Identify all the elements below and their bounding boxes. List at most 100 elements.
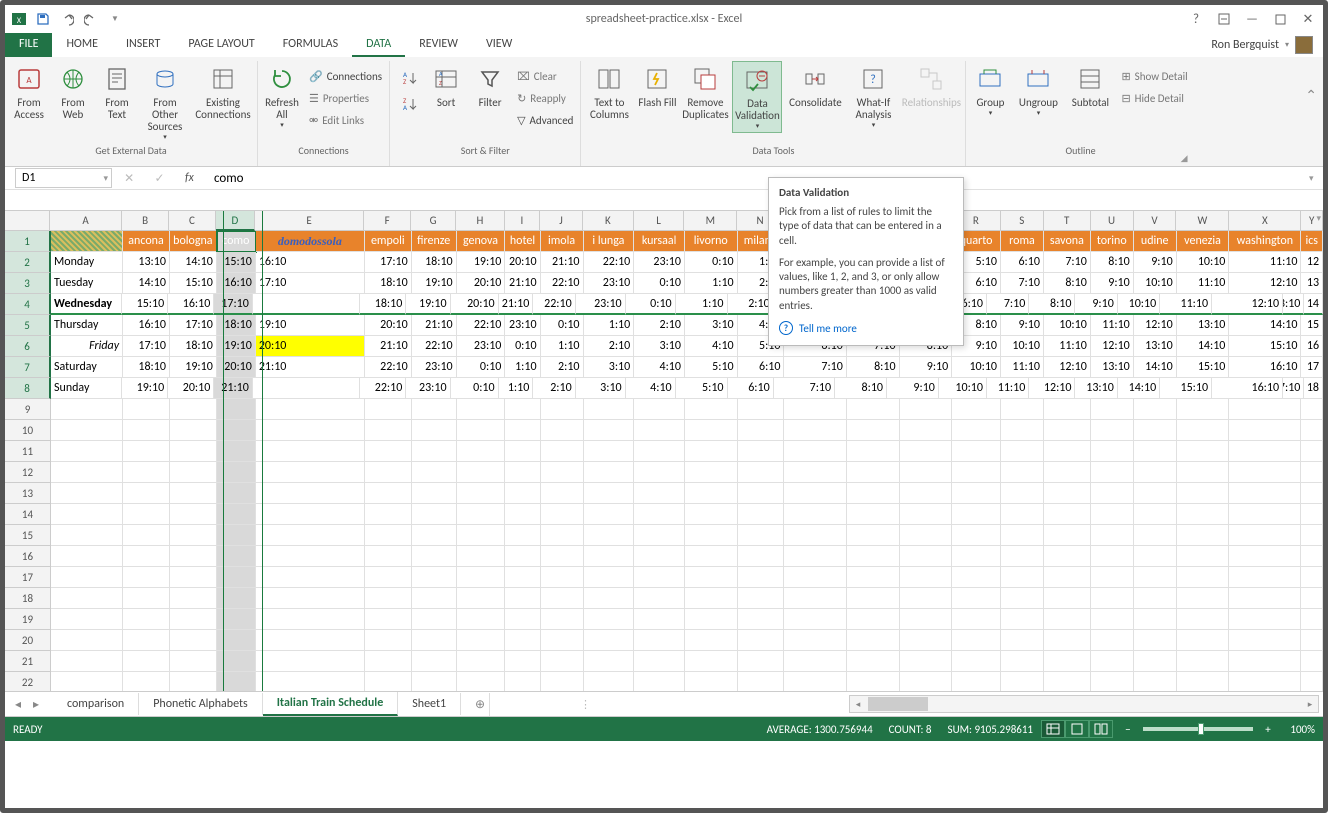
group-button[interactable]: Group▾	[969, 61, 1011, 119]
empty-cell[interactable]	[1229, 546, 1301, 567]
row-header-5[interactable]: 5	[5, 315, 51, 336]
row-header-11[interactable]: 11	[5, 441, 51, 462]
empty-cell[interactable]	[1134, 567, 1177, 588]
sort-az-button[interactable]: AZ	[393, 67, 423, 89]
empty-cell[interactable]	[584, 672, 635, 691]
data-cell[interactable]: 21:10	[214, 378, 253, 399]
empty-cell[interactable]	[256, 462, 365, 483]
empty-cell[interactable]	[1091, 651, 1134, 672]
empty-cell[interactable]	[1229, 525, 1301, 546]
data-cell[interactable]: 5:10	[685, 357, 738, 378]
data-cell[interactable]: 17:10	[123, 336, 170, 357]
empty-cell[interactable]	[738, 567, 785, 588]
empty-cell[interactable]	[1177, 672, 1230, 691]
empty-cell[interactable]	[900, 462, 953, 483]
empty-cell[interactable]	[505, 441, 540, 462]
empty-cell[interactable]	[952, 567, 1001, 588]
data-cell[interactable]: 0:10	[457, 357, 506, 378]
column-header-K[interactable]: K	[583, 211, 634, 231]
data-cell[interactable]: 14:10	[1118, 378, 1160, 399]
empty-cell[interactable]	[952, 462, 1001, 483]
empty-cell[interactable]	[738, 609, 785, 630]
empty-cell[interactable]	[170, 672, 217, 691]
column-header-H[interactable]: H	[456, 211, 505, 231]
header-cell[interactable]: kursaal	[634, 231, 685, 252]
empty-cell[interactable]	[1091, 630, 1134, 651]
empty-cell[interactable]	[685, 525, 738, 546]
empty-cell[interactable]	[1001, 630, 1044, 651]
empty-cell[interactable]	[1044, 504, 1091, 525]
data-cell[interactable]: 19:10	[122, 378, 168, 399]
empty-cell[interactable]	[784, 567, 846, 588]
empty-cell[interactable]	[1001, 483, 1044, 504]
empty-cell[interactable]	[738, 525, 785, 546]
empty-cell[interactable]	[256, 399, 365, 420]
empty-cell[interactable]	[1177, 546, 1230, 567]
empty-cell[interactable]	[505, 609, 540, 630]
new-sheet-button[interactable]: ⊕	[461, 693, 490, 716]
empty-cell[interactable]	[847, 609, 900, 630]
spreadsheet-grid[interactable]: ABCDEFGHIJKLMNOPQRSTUVWXY 1anconabologna…	[5, 211, 1323, 691]
empty-cell[interactable]	[505, 420, 540, 441]
empty-cell[interactable]	[170, 546, 217, 567]
data-cell[interactable]: 23:10	[584, 273, 635, 294]
data-cell[interactable]: 21:10	[256, 357, 365, 378]
empty-cell[interactable]	[123, 546, 170, 567]
data-cell[interactable]: 21:10	[541, 252, 584, 273]
hide-detail-item[interactable]: ⊟Hide Detail	[1117, 87, 1191, 109]
empty-cell[interactable]	[685, 483, 738, 504]
empty-cell[interactable]	[1001, 567, 1044, 588]
empty-cell[interactable]	[256, 546, 365, 567]
empty-cell[interactable]	[365, 504, 412, 525]
data-cell[interactable]: 16:10	[168, 294, 214, 315]
empty-cell[interactable]	[584, 588, 635, 609]
empty-cell[interactable]	[541, 399, 584, 420]
data-cell[interactable]: 13:10	[1177, 315, 1230, 336]
empty-cell[interactable]	[900, 504, 953, 525]
empty-cell[interactable]	[784, 546, 846, 567]
empty-cell[interactable]	[634, 399, 685, 420]
empty-cell[interactable]	[1001, 609, 1044, 630]
header-cell[interactable]: i lunga	[584, 231, 635, 252]
data-cell[interactable]: 4:10	[685, 336, 738, 357]
empty-cell[interactable]	[584, 462, 635, 483]
data-cell[interactable]: 10:10	[1044, 315, 1091, 336]
empty-cell[interactable]	[51, 672, 123, 691]
empty-cell[interactable]	[412, 483, 457, 504]
empty-cell[interactable]	[412, 672, 457, 691]
empty-cell[interactable]	[900, 525, 953, 546]
data-cell[interactable]: 22:10	[541, 273, 584, 294]
data-cell[interactable]: 12:10	[1212, 294, 1283, 315]
sort-button[interactable]: AZSort	[425, 61, 467, 111]
empty-cell[interactable]	[412, 609, 457, 630]
empty-cell[interactable]	[738, 462, 785, 483]
empty-cell[interactable]	[541, 630, 584, 651]
empty-cell[interactable]	[1134, 525, 1177, 546]
column-header-U[interactable]: U	[1091, 211, 1134, 231]
header-cell[interactable]: hotel	[505, 231, 540, 252]
empty-cell[interactable]	[256, 672, 365, 691]
empty-cell[interactable]	[900, 609, 953, 630]
header-cell[interactable]: torino	[1091, 231, 1134, 252]
empty-cell[interactable]	[1091, 609, 1134, 630]
minimize-icon[interactable]: —	[1241, 8, 1263, 30]
data-cell[interactable]: 13	[1301, 273, 1323, 294]
row-header-6[interactable]: 6	[5, 336, 51, 357]
fx-icon[interactable]: fx	[185, 171, 194, 185]
empty-cell[interactable]	[256, 651, 365, 672]
empty-cell[interactable]	[900, 588, 953, 609]
relationships-button[interactable]: Relationships	[900, 61, 962, 111]
empty-cell[interactable]	[584, 525, 635, 546]
from-web-button[interactable]: From Web	[52, 61, 94, 123]
data-cell[interactable]: 1:10	[505, 357, 540, 378]
empty-cell[interactable]	[170, 420, 217, 441]
scroll-left-icon[interactable]: ◂	[850, 699, 866, 710]
data-cell[interactable]: 0:10	[451, 378, 499, 399]
empty-cell[interactable]	[51, 567, 123, 588]
data-cell[interactable]: 17:10	[170, 315, 217, 336]
data-cell[interactable]: 21:10	[365, 336, 412, 357]
row-header-1[interactable]: 1	[5, 231, 51, 252]
empty-cell[interactable]	[217, 609, 256, 630]
empty-cell[interactable]	[900, 420, 953, 441]
data-cell[interactable]: 5:10	[676, 378, 728, 399]
